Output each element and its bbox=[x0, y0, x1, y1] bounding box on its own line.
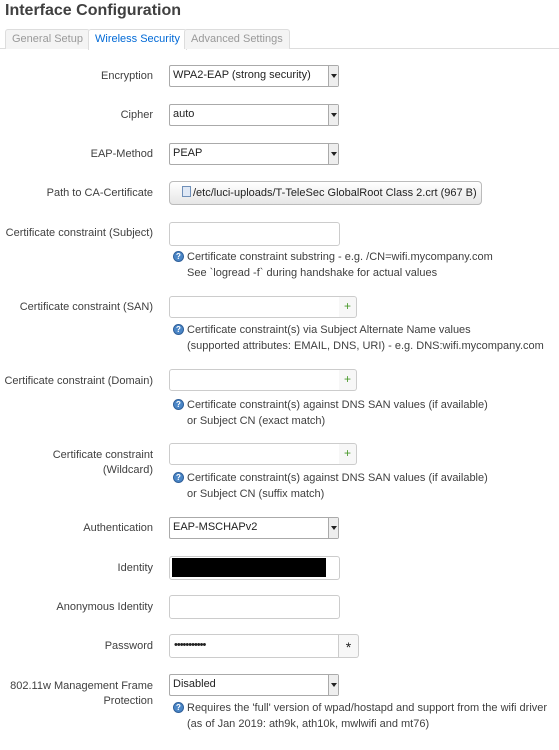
constraint-wildcard-label-line1: Certificate constraint bbox=[52, 449, 153, 461]
constraint-wildcard-label: Certificate constraint (Wildcard) bbox=[3, 448, 153, 478]
constraint-domain-add-button[interactable]: + bbox=[339, 369, 357, 391]
help-text: (supported attributes: EMAIL, DNS, URI) … bbox=[187, 340, 544, 352]
constraint-san-add-button[interactable]: + bbox=[339, 296, 357, 318]
help-text: Certificate constraint substring - e.g. … bbox=[187, 251, 493, 263]
tab-wireless-security[interactable]: Wireless Security bbox=[88, 29, 187, 50]
mgmt-frame-help: ? Requires the 'full' version of wpad/ho… bbox=[173, 700, 547, 732]
help-text: Certificate constraint(s) against DNS SA… bbox=[187, 399, 488, 411]
eap-method-label: EAP-Method bbox=[90, 148, 153, 160]
cipher-value: auto bbox=[173, 108, 195, 120]
eap-method-select[interactable]: PEAP bbox=[169, 143, 339, 165]
chevron-down-icon bbox=[328, 105, 338, 125]
help-text: or Subject CN (suffix match) bbox=[187, 488, 325, 500]
constraint-subject-label: Certificate constraint (Subject) bbox=[5, 227, 153, 239]
constraint-subject-input[interactable] bbox=[169, 222, 340, 246]
encryption-label: Encryption bbox=[101, 70, 153, 82]
anonymous-identity-input[interactable] bbox=[169, 595, 340, 619]
help-text: or Subject CN (exact match) bbox=[187, 415, 326, 427]
chevron-down-icon bbox=[328, 66, 338, 86]
help-text: Certificate constraint(s) via Subject Al… bbox=[187, 324, 471, 336]
cipher-label: Cipher bbox=[120, 109, 153, 121]
identity-redaction bbox=[172, 558, 326, 577]
eap-method-value: PEAP bbox=[173, 147, 203, 159]
constraint-domain-input[interactable] bbox=[169, 369, 340, 391]
tab-bar: General Setup Wireless Security Advanced… bbox=[0, 28, 559, 50]
constraint-wildcard-label-line2: (Wildcard) bbox=[102, 464, 153, 476]
authentication-value: EAP-MSCHAPv2 bbox=[173, 521, 258, 533]
ca-certificate-button[interactable]: /etc/luci-uploads/T-TeleSec GlobalRoot C… bbox=[169, 181, 482, 205]
chevron-down-icon bbox=[328, 518, 338, 538]
constraint-san-label: Certificate constraint (SAN) bbox=[19, 301, 153, 313]
constraint-wildcard-add-button[interactable]: + bbox=[339, 443, 357, 465]
mgmt-frame-label-line1: 802.11w Management Frame bbox=[10, 680, 153, 692]
help-text: Certificate constraint(s) against DNS SA… bbox=[187, 472, 488, 484]
constraint-san-input[interactable] bbox=[169, 296, 340, 318]
help-icon: ? bbox=[173, 702, 184, 713]
authentication-select[interactable]: EAP-MSCHAPv2 bbox=[169, 517, 339, 539]
encryption-select[interactable]: WPA2-EAP (strong security) bbox=[169, 65, 339, 87]
constraint-subject-help: ? Certificate constraint substring - e.g… bbox=[173, 249, 493, 281]
help-icon: ? bbox=[173, 251, 184, 262]
help-text: Requires the 'full' version of wpad/host… bbox=[187, 702, 548, 714]
password-value: ••••••••••• bbox=[174, 639, 206, 651]
authentication-label: Authentication bbox=[83, 522, 153, 534]
constraint-wildcard-input[interactable] bbox=[169, 443, 340, 465]
chevron-down-icon bbox=[328, 144, 338, 164]
help-text: (as of Jan 2019: ath9k, ath10k, mwlwifi … bbox=[187, 718, 430, 730]
ca-certificate-path: /etc/luci-uploads/T-TeleSec GlobalRoot C… bbox=[193, 187, 477, 199]
constraint-wildcard-help: ? Certificate constraint(s) against DNS … bbox=[173, 470, 488, 502]
password-reveal-button[interactable]: * bbox=[339, 634, 359, 658]
chevron-down-icon bbox=[328, 675, 338, 695]
help-icon: ? bbox=[173, 472, 184, 483]
mgmt-frame-select[interactable]: Disabled bbox=[169, 674, 339, 696]
file-icon bbox=[182, 186, 191, 197]
identity-label: Identity bbox=[117, 562, 153, 574]
constraint-domain-label: Certificate constraint (Domain) bbox=[4, 375, 153, 387]
help-text: See `logread -f` during handshake for ac… bbox=[187, 267, 438, 279]
password-label: Password bbox=[104, 640, 153, 652]
help-icon: ? bbox=[173, 324, 184, 335]
cipher-select[interactable]: auto bbox=[169, 104, 339, 126]
mgmt-frame-label: 802.11w Management Frame Protection bbox=[3, 679, 153, 709]
tab-general-setup[interactable]: General Setup bbox=[5, 29, 90, 49]
mgmt-frame-value: Disabled bbox=[173, 678, 216, 690]
help-icon: ? bbox=[173, 399, 184, 410]
anonymous-identity-label: Anonymous Identity bbox=[56, 601, 153, 613]
encryption-value: WPA2-EAP (strong security) bbox=[173, 69, 311, 81]
constraint-san-help: ? Certificate constraint(s) via Subject … bbox=[173, 322, 544, 354]
page-title: Interface Configuration bbox=[5, 2, 182, 19]
constraint-domain-help: ? Certificate constraint(s) against DNS … bbox=[173, 397, 488, 429]
tab-advanced-settings[interactable]: Advanced Settings bbox=[184, 29, 290, 49]
mgmt-frame-label-line2: Protection bbox=[103, 695, 153, 707]
ca-certificate-label: Path to CA-Certificate bbox=[46, 187, 153, 199]
